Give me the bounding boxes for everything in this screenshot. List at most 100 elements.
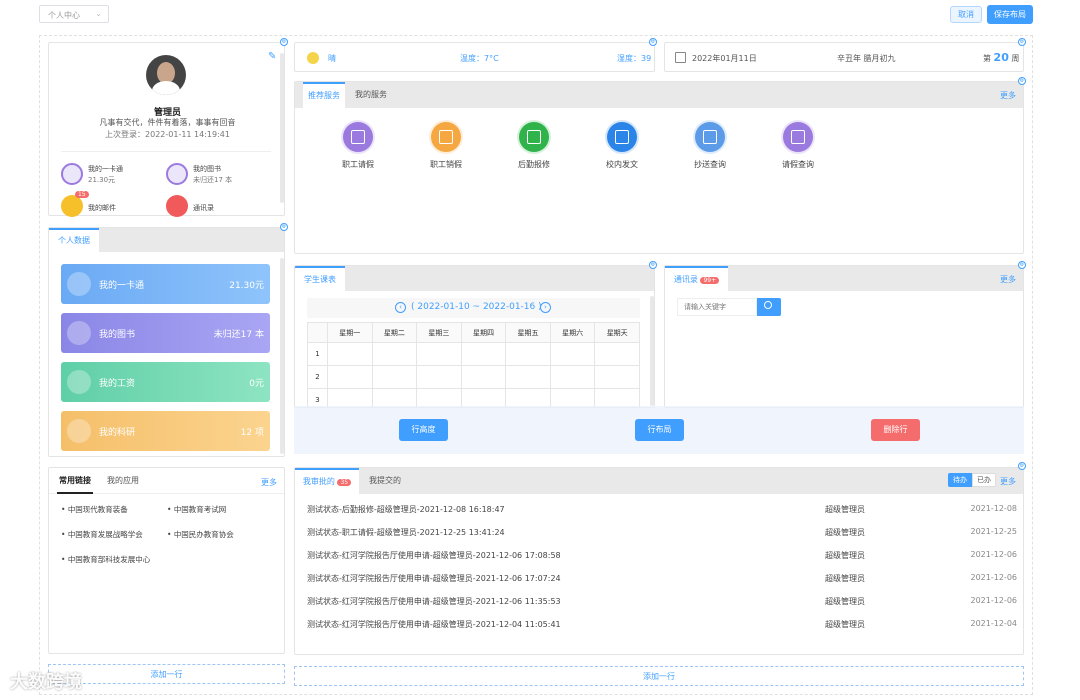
service-label[interactable]: 后勤报修 [499, 159, 569, 170]
table-cell[interactable] [549, 342, 596, 366]
contacts-search-input[interactable] [677, 298, 757, 316]
tab-my-apps[interactable]: 我的应用 [105, 468, 141, 494]
document-icon[interactable] [607, 122, 637, 152]
link-item[interactable]: • 中国民办教育协会 [167, 529, 234, 540]
tab-schedule[interactable]: 学生课表 [295, 266, 345, 291]
service-label[interactable]: 职工请假 [323, 159, 393, 170]
item-title: 测试状态-红河学院报告厅使用申请-超级管理员-2021-12-06 17:07:… [307, 574, 561, 583]
table-cell[interactable] [327, 342, 373, 366]
leave-query-icon[interactable] [783, 122, 813, 152]
table-cell[interactable] [460, 365, 507, 389]
table-cell[interactable] [416, 342, 462, 366]
chevron-right-icon[interactable]: › [540, 302, 551, 313]
item-user: 超级管理员 [825, 597, 865, 606]
add-row-button[interactable]: 添加一行 [294, 666, 1024, 686]
tab-my-approvals[interactable]: 我审批的 35 [295, 468, 359, 494]
last-login: 上次登录：2022-01-11 14:19:41 [105, 130, 230, 139]
search-button[interactable] [757, 298, 781, 316]
table-cell[interactable] [371, 365, 418, 389]
settings-icon[interactable]: ⚙ [649, 38, 657, 46]
link-item[interactable]: • 中国现代教育装备 [61, 504, 128, 515]
table-cell[interactable] [371, 342, 418, 366]
profile-item-books[interactable]: 我的图书 未归还17 本 [166, 163, 276, 187]
toggle-done[interactable]: 已办 [972, 473, 996, 487]
schedule-range: ( 2022-01-10 ~ 2022-01-16 ) [411, 302, 542, 312]
profile-item-mail[interactable]: 15 我的邮件 [61, 191, 151, 217]
tab-my-services[interactable]: 我的服务 [349, 82, 393, 108]
add-row-button[interactable]: 添加一行 [48, 664, 285, 684]
profile-item-contacts[interactable]: 通讯录 [166, 195, 256, 217]
settings-icon[interactable]: ⚙ [1018, 77, 1026, 85]
list-item[interactable]: 测试状态-职工请假-超级管理员-2021-12-25 13:41:24 超级管理员… [307, 527, 1017, 547]
more-link[interactable]: 更多 [1000, 274, 1016, 285]
more-link[interactable]: 更多 [261, 477, 277, 488]
salary-icon [67, 370, 91, 394]
table-cell[interactable] [505, 365, 551, 389]
data-row-books[interactable]: 我的图书 未归还17 本 [61, 313, 270, 353]
table-cell[interactable] [505, 342, 551, 366]
scrollbar[interactable] [280, 258, 284, 454]
settings-icon[interactable]: ⚙ [280, 38, 288, 46]
data-row-salary[interactable]: 我的工资 0元 [61, 362, 270, 402]
data-row-card[interactable]: 我的一卡通 21.30元 [61, 264, 270, 304]
cancel-button[interactable]: 取消 [950, 6, 982, 23]
row-height-button[interactable]: 行高度 [399, 419, 448, 441]
table-header [307, 322, 328, 343]
service-label[interactable]: 校内发文 [587, 159, 657, 170]
book-icon [166, 163, 188, 185]
service-label[interactable]: 请假查询 [763, 159, 833, 170]
page-select-dropdown[interactable]: 个人中心 ⌄ [39, 5, 109, 23]
scrollbar[interactable] [280, 53, 284, 203]
list-item[interactable]: 测试状态-红河学院报告厅使用申请-超级管理员-2021-12-04 11:05:… [307, 619, 1017, 639]
data-row-research[interactable]: 我的科研 12 项 [61, 411, 270, 451]
list-item[interactable]: 测试状态-红河学院报告厅使用申请-超级管理员-2021-12-06 17:07:… [307, 573, 1017, 593]
row-layout-button[interactable]: 行布局 [635, 419, 684, 441]
tab-my-submissions[interactable]: 我提交的 [363, 468, 407, 494]
toggle-pending[interactable]: 待办 [948, 473, 972, 487]
table-cell[interactable] [549, 365, 596, 389]
table-cell[interactable] [594, 365, 640, 389]
link-item[interactable]: • 中国教育考试网 [167, 504, 226, 515]
row-number: 2 [307, 365, 328, 389]
repair-icon[interactable] [519, 122, 549, 152]
tab-contacts[interactable]: 通讯录 99+ [665, 266, 728, 291]
table-cell[interactable] [416, 365, 462, 389]
settings-icon[interactable]: ⚙ [1018, 38, 1026, 46]
chevron-down-icon: ⌄ [95, 9, 102, 18]
settings-icon[interactable]: ⚙ [280, 223, 288, 231]
edit-icon[interactable]: ✎ [268, 51, 276, 62]
links-card: 常用链接 我的应用 更多 • 中国现代教育装备 • 中国教育考试网 • 中国教育发展… [48, 467, 285, 654]
cancel-leave-icon[interactable] [431, 122, 461, 152]
tab-common-links[interactable]: 常用链接 [57, 468, 93, 494]
settings-icon[interactable]: ⚙ [1018, 462, 1026, 470]
service-label[interactable]: 抄送查询 [675, 159, 745, 170]
tab-personal-data[interactable]: 个人数据 [49, 228, 99, 252]
more-link[interactable]: 更多 [1000, 90, 1016, 101]
table-header: 星期三 [416, 322, 462, 343]
item-date: 2021-12-08 [970, 504, 1018, 513]
table-cell[interactable] [327, 365, 373, 389]
save-layout-button[interactable]: 保存布局 [987, 5, 1033, 24]
more-link[interactable]: 更多 [1000, 476, 1016, 487]
table-cell[interactable] [594, 342, 640, 366]
item-user: 超级管理员 [825, 551, 865, 560]
chevron-left-icon[interactable]: ‹ [395, 302, 406, 313]
service-label[interactable]: 职工销假 [411, 159, 481, 170]
profile-item-card[interactable]: 我的一卡通 21.30元 [61, 163, 151, 187]
item-date: 2021-12-04 [970, 619, 1018, 628]
settings-icon[interactable]: ⚙ [1018, 261, 1026, 269]
sun-icon [307, 52, 319, 64]
scrollbar[interactable] [650, 296, 654, 406]
tab-recommended[interactable]: 推荐服务 [303, 82, 345, 108]
settings-icon[interactable]: ⚙ [649, 261, 657, 269]
cc-query-icon[interactable] [695, 122, 725, 152]
table-cell[interactable] [460, 342, 507, 366]
list-item[interactable]: 测试状态-红河学院报告厅使用申请-超级管理员-2021-12-06 11:35:… [307, 596, 1017, 616]
leave-icon[interactable] [343, 122, 373, 152]
link-item[interactable]: • 中国教育部科技发展中心 [61, 554, 150, 565]
link-item[interactable]: • 中国教育发展战略学会 [61, 529, 143, 540]
list-item[interactable]: 测试状态-后勤报修-超级管理员-2021-12-08 16:18:47 超级管理员… [307, 504, 1017, 524]
delete-row-button[interactable]: 删除行 [871, 419, 920, 441]
item-date: 2021-12-06 [970, 573, 1018, 582]
list-item[interactable]: 测试状态-红河学院报告厅使用申请-超级管理员-2021-12-06 17:08:… [307, 550, 1017, 570]
